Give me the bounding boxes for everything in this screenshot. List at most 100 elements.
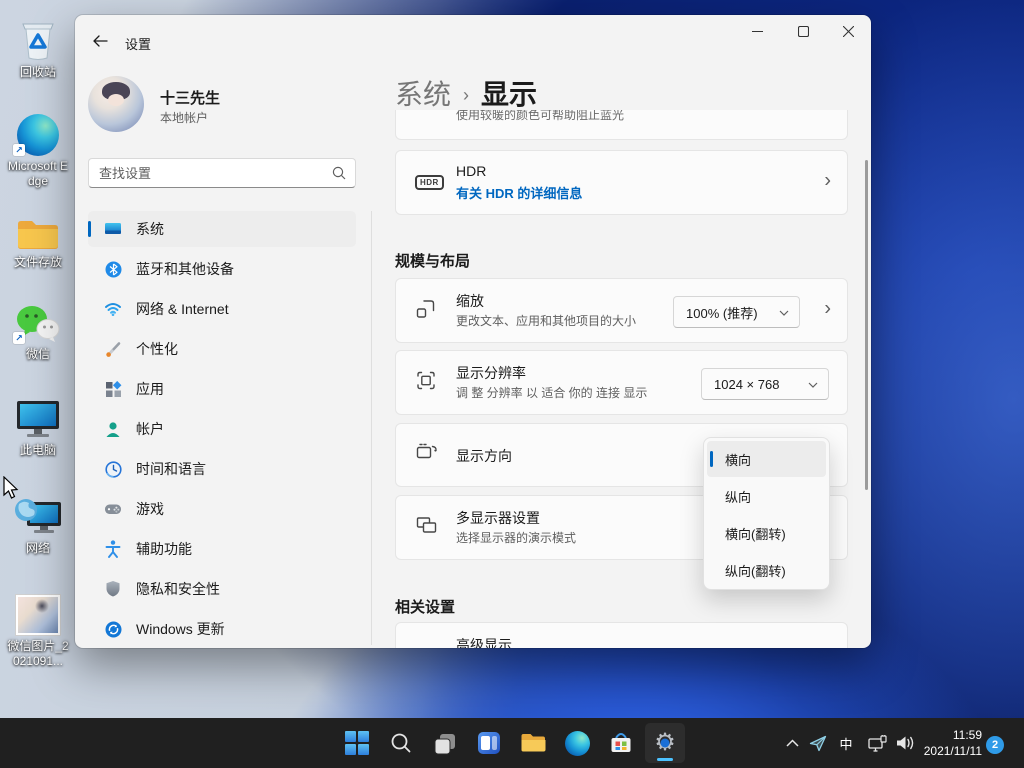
scale-card[interactable]: 缩放 更改文本、应用和其他项目的大小 100% (推荐) › [395, 278, 848, 343]
widgets-icon [477, 731, 501, 755]
edge-button[interactable] [557, 723, 597, 763]
clock-time: 11:59 [924, 727, 982, 743]
file-explorer-button[interactable] [513, 723, 553, 763]
settings-search [88, 158, 356, 188]
resolution-dropdown[interactable]: 1024 × 768 [701, 368, 829, 400]
orientation-option-portrait-flipped[interactable]: 纵向(翻转) [707, 552, 826, 588]
orientation-icon [415, 442, 439, 469]
this-pc-icon [5, 394, 71, 440]
option-label: 纵向(翻转) [725, 561, 786, 580]
maximize-button[interactable] [780, 15, 826, 48]
store-button[interactable] [601, 723, 641, 763]
sidebar-item-label: Windows 更新 [136, 619, 225, 639]
edge-icon: ↗ [5, 110, 71, 156]
multi-display-subtitle: 选择显示器的演示模式 [456, 529, 576, 546]
taskbar: ⚙ 中 11:59 2021/11/11 [0, 718, 1024, 768]
back-button[interactable] [85, 27, 115, 55]
settings-window: 设置 十三先生 本地帐户 系统 [75, 15, 871, 648]
clock-date: 2021/11/11 [924, 743, 982, 759]
section-header-related: 相关设置 [395, 596, 455, 617]
sidebar-item-accessibility[interactable]: 辅助功能 [88, 531, 356, 567]
sidebar-item-network[interactable]: 网络 & Internet [88, 291, 356, 327]
person-icon [104, 420, 122, 438]
avatar[interactable] [88, 76, 144, 132]
multi-display-title: 多显示器设置 [456, 508, 540, 528]
resolution-subtitle: 调 整 分辨率 以 适合 你的 连接 显示 [456, 384, 647, 401]
sidebar-item-system[interactable]: 系统 [88, 211, 356, 247]
sidebar-item-personalization[interactable]: 个性化 [88, 331, 356, 367]
orientation-dropdown-menu: 横向 纵向 横向(翻转) 纵向(翻转) [703, 437, 830, 590]
sidebar-item-label: 帐户 [136, 419, 164, 439]
search-input[interactable] [99, 161, 324, 185]
desktop-icon-label: Microsoft Edge [5, 159, 71, 189]
sidebar-item-windows-update[interactable]: Windows 更新 [88, 611, 356, 647]
nav-content-divider [371, 211, 372, 645]
bluetooth-icon [104, 260, 122, 278]
resolution-title: 显示分辨率 [456, 363, 526, 383]
task-view-button[interactable] [425, 723, 465, 763]
multi-display-icon [415, 514, 439, 541]
sidebar-item-label: 时间和语言 [136, 459, 206, 479]
breadcrumb-parent[interactable]: 系统 [395, 79, 451, 110]
taskbar-clock[interactable]: 11:59 2021/11/11 [924, 727, 982, 759]
update-icon [104, 620, 122, 638]
sidebar-item-accounts[interactable]: 帐户 [88, 411, 356, 447]
sidebar-item-gaming[interactable]: 游戏 [88, 491, 356, 527]
hdr-title: HDR [456, 163, 486, 179]
desktop-icon-label: 微信图片_2021091... [5, 639, 71, 669]
chevron-down-icon [808, 382, 818, 388]
file-explorer-icon [520, 732, 546, 754]
desktop-icon-wechat-image[interactable]: 微信图片_2021091... [5, 590, 71, 669]
desktop-icon-label: 回收站 [5, 65, 71, 80]
content-scrollbar[interactable] [865, 160, 868, 490]
edge-icon [565, 731, 590, 756]
resolution-card[interactable]: 显示分辨率 调 整 分辨率 以 适合 你的 连接 显示 1024 × 768 [395, 350, 848, 415]
desktop-icon-recycle-bin[interactable]: 回收站 [5, 16, 71, 80]
sidebar-item-bluetooth[interactable]: 蓝牙和其他设备 [88, 251, 356, 287]
minimize-button[interactable] [734, 15, 780, 48]
sidebar-item-label: 蓝牙和其他设备 [136, 259, 234, 279]
advanced-display-card[interactable]: 高级显示 [395, 622, 848, 648]
hdr-card[interactable]: HDR HDR 有关 HDR 的详细信息 › [395, 150, 848, 215]
shortcut-arrow-icon: ↗ [13, 332, 25, 344]
settings-button[interactable]: ⚙ [645, 723, 685, 763]
notification-badge[interactable]: 2 [986, 736, 1004, 754]
breadcrumb: 系统›显示 [395, 73, 537, 113]
close-button[interactable] [825, 15, 871, 48]
desktop-icon-label: 此电脑 [5, 443, 71, 458]
desktop-icon-folder[interactable]: 文件存放 [5, 206, 71, 270]
widgets-button[interactable] [469, 723, 509, 763]
sidebar-item-label: 隐私和安全性 [136, 579, 220, 599]
store-icon [609, 731, 633, 755]
orientation-option-landscape[interactable]: 横向 [707, 441, 826, 477]
volume-tray-button[interactable] [890, 723, 920, 763]
section-header-scale-layout: 规模与布局 [395, 250, 470, 271]
scale-value: 100% (推荐) [686, 303, 758, 322]
orientation-option-landscape-flipped[interactable]: 横向(翻转) [707, 515, 826, 551]
night-light-card-clipped[interactable]: 使用较暖的颜色可帮助阻止蓝光 [395, 110, 848, 140]
desktop-icon-this-pc[interactable]: 此电脑 [5, 394, 71, 458]
scale-dropdown[interactable]: 100% (推荐) [673, 296, 800, 328]
sidebar-item-apps[interactable]: 应用 [88, 371, 356, 407]
tray-app-button[interactable] [803, 723, 833, 763]
image-file-icon [5, 590, 71, 636]
ime-indicator[interactable]: 中 [831, 723, 861, 763]
orientation-option-portrait[interactable]: 纵向 [707, 478, 826, 514]
desktop-icon-label: 文件存放 [5, 255, 71, 270]
sidebar-item-time-language[interactable]: 时间和语言 [88, 451, 356, 487]
network-tray-button[interactable] [863, 723, 893, 763]
sidebar-item-label: 辅助功能 [136, 539, 192, 559]
window-title: 设置 [125, 34, 151, 53]
sidebar-item-label: 网络 & Internet [136, 299, 229, 319]
desktop-icon-wechat[interactable]: ↗ 微信 [5, 298, 71, 362]
option-label: 横向(翻转) [725, 524, 786, 543]
hdr-link[interactable]: 有关 HDR 的详细信息 [456, 183, 582, 202]
clock-icon [104, 460, 122, 478]
taskbar-search-button[interactable] [381, 723, 421, 763]
desktop: 回收站 ↗ Microsoft Edge 文件存放 ↗ [0, 0, 1024, 768]
sidebar-item-privacy[interactable]: 隐私和安全性 [88, 571, 356, 607]
profile-name: 十三先生 [160, 87, 220, 108]
start-button[interactable] [337, 723, 377, 763]
desktop-icon-edge[interactable]: ↗ Microsoft Edge [5, 110, 71, 189]
desktop-icon-label: 网络 [5, 541, 71, 556]
